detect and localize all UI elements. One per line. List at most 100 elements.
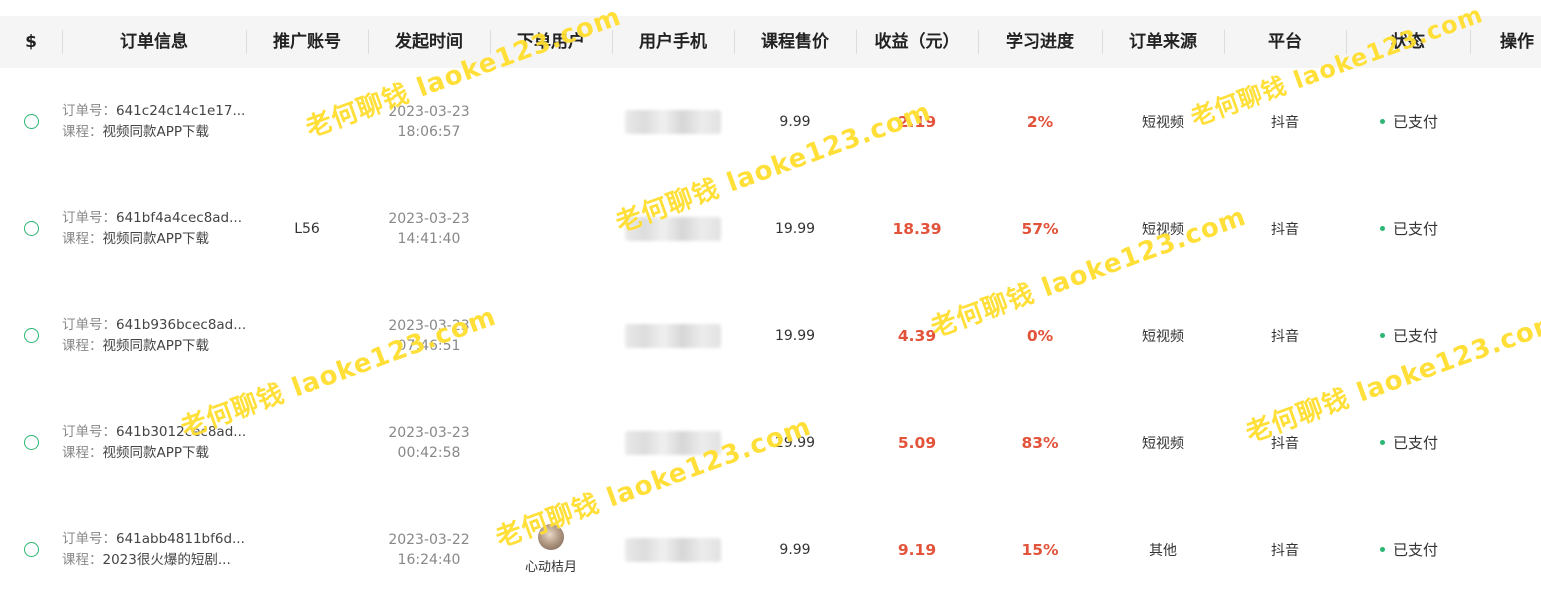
blurred-phone xyxy=(625,109,721,134)
row-select-cell[interactable] xyxy=(0,389,62,496)
header-action: 操作 xyxy=(1500,32,1534,52)
status-cell: 已支付 xyxy=(1346,68,1470,175)
status-text: 已支付 xyxy=(1393,327,1439,345)
table-row: 订单号：641b936bcec8ad... 课程：视频同款APP下载 2023-… xyxy=(0,282,1541,389)
progress-value: 57% xyxy=(1021,219,1059,238)
radio-circle-icon[interactable] xyxy=(23,435,39,450)
status-text: 已支付 xyxy=(1393,434,1439,452)
status-cell: 已支付 xyxy=(1346,175,1470,282)
platform: 抖音 xyxy=(1271,435,1299,452)
status-dot-icon xyxy=(1380,547,1385,552)
course-name: 视频同款APP下载 xyxy=(102,230,210,247)
header-start-time: 发起时间 xyxy=(395,32,463,52)
order-no: 641b936bcec8ad... xyxy=(116,316,247,333)
start-time-cell: 2023-03-23 18:06:57 xyxy=(368,68,490,175)
row-select-cell[interactable] xyxy=(0,175,62,282)
order-info-cell: 订单号：641b3012cec8ad... 课程：视频同款APP下载 xyxy=(62,389,246,496)
buyer-name xyxy=(490,175,612,282)
progress-value: 0% xyxy=(1026,326,1054,345)
buyer-name xyxy=(490,282,612,389)
status-dot-icon xyxy=(1380,440,1385,445)
table-row: 订单号：641abb4811bf6d... 课程：2023很火爆的短剧... 2… xyxy=(0,496,1541,591)
header-divider xyxy=(1470,30,1471,54)
status-text: 已支付 xyxy=(1393,113,1439,131)
start-time: 07:46:51 xyxy=(397,337,461,354)
order-source: 短视频 xyxy=(1142,328,1184,345)
income-value: 2.19 xyxy=(897,112,937,131)
start-time-cell: 2023-03-23 00:42:58 xyxy=(368,389,490,496)
income-value: 18.39 xyxy=(892,219,942,238)
course-name: 2023很火爆的短剧... xyxy=(102,551,231,568)
start-time-cell: 2023-03-22 16:24:40 xyxy=(368,496,490,591)
promo-account xyxy=(246,389,368,496)
promo-account xyxy=(246,496,368,591)
header-status: 状态 xyxy=(1391,32,1425,52)
start-time-cell: 2023-03-23 07:46:51 xyxy=(368,282,490,389)
order-no-label: 订单号： xyxy=(62,530,116,547)
course-price: 9.99 xyxy=(779,113,811,130)
radio-circle-icon[interactable] xyxy=(23,328,39,343)
radio-circle-icon[interactable] xyxy=(23,114,39,129)
radio-circle-icon[interactable] xyxy=(23,221,39,236)
blurred-phone xyxy=(625,430,721,455)
progress-value: 2% xyxy=(1026,112,1054,131)
course-price: 29.99 xyxy=(774,434,816,451)
orders-table: $ 订单信息 推广账号 发起时间 下单用户 用户手机 课程售价 收益（元） 学习… xyxy=(0,0,1541,591)
row-select-cell[interactable] xyxy=(0,496,62,591)
order-source: 短视频 xyxy=(1142,114,1184,131)
radio-circle-icon[interactable] xyxy=(23,542,39,557)
income-value: 4.39 xyxy=(897,326,937,345)
promo-account: L56 xyxy=(294,220,320,237)
progress-value: 83% xyxy=(1021,433,1059,452)
course-price: 19.99 xyxy=(774,327,816,344)
order-info-cell: 订单号：641abb4811bf6d... 课程：2023很火爆的短剧... xyxy=(62,496,246,591)
table-row: 订单号：641bf4a4cec8ad... 课程：视频同款APP下载 L56 2… xyxy=(0,175,1541,282)
order-no-label: 订单号： xyxy=(62,423,116,440)
start-date: 2023-03-22 xyxy=(388,531,470,548)
order-no: 641c24c14c1e17... xyxy=(116,102,246,119)
income-value: 9.19 xyxy=(897,540,937,559)
course-label: 课程： xyxy=(62,123,103,140)
status-dot-icon xyxy=(1380,119,1385,124)
order-no: 641bf4a4cec8ad... xyxy=(116,209,242,226)
promo-account xyxy=(246,282,368,389)
blurred-phone xyxy=(625,323,721,348)
row-select-cell[interactable] xyxy=(0,282,62,389)
platform: 抖音 xyxy=(1271,542,1299,559)
course-name: 视频同款APP下载 xyxy=(102,444,210,461)
order-source: 短视频 xyxy=(1142,435,1184,452)
table-row: 订单号：641c24c14c1e17... 课程：视频同款APP下载 2023-… xyxy=(0,68,1541,175)
buyer-name xyxy=(490,389,612,496)
order-info-cell: 订单号：641bf4a4cec8ad... 课程：视频同款APP下载 xyxy=(62,175,246,282)
table-row: 订单号：641b3012cec8ad... 课程：视频同款APP下载 2023-… xyxy=(0,389,1541,496)
status-dot-icon xyxy=(1380,333,1385,338)
header-buyer: 下单用户 xyxy=(517,32,585,52)
blurred-phone xyxy=(625,216,721,241)
order-no-label: 订单号： xyxy=(62,102,116,119)
course-name: 视频同款APP下载 xyxy=(102,123,210,140)
promo-account xyxy=(246,68,368,175)
status-text: 已支付 xyxy=(1393,541,1439,559)
order-source: 其他 xyxy=(1149,542,1177,559)
start-date: 2023-03-23 xyxy=(388,424,470,441)
header-phone: 用户手机 xyxy=(639,32,707,52)
start-time: 00:42:58 xyxy=(397,444,461,461)
start-date: 2023-03-23 xyxy=(388,210,470,227)
order-no: 641b3012cec8ad... xyxy=(116,423,247,440)
header-select: $ xyxy=(25,32,37,52)
course-price: 9.99 xyxy=(779,541,811,558)
order-no-label: 订单号： xyxy=(62,209,116,226)
status-cell: 已支付 xyxy=(1346,496,1470,591)
row-select-cell[interactable] xyxy=(0,68,62,175)
header-price: 课程售价 xyxy=(761,32,829,52)
phone-cell xyxy=(612,282,734,389)
buyer-name: 心动桔月 xyxy=(524,560,577,575)
income-value: 5.09 xyxy=(897,433,937,452)
status-dot-icon xyxy=(1380,226,1385,231)
order-info-cell: 订单号：641b936bcec8ad... 课程：视频同款APP下载 xyxy=(62,282,246,389)
start-time: 16:24:40 xyxy=(397,551,461,568)
platform: 抖音 xyxy=(1271,114,1299,131)
avatar[interactable] xyxy=(538,524,564,550)
order-no-label: 订单号： xyxy=(62,316,116,333)
start-date: 2023-03-23 xyxy=(388,103,470,120)
